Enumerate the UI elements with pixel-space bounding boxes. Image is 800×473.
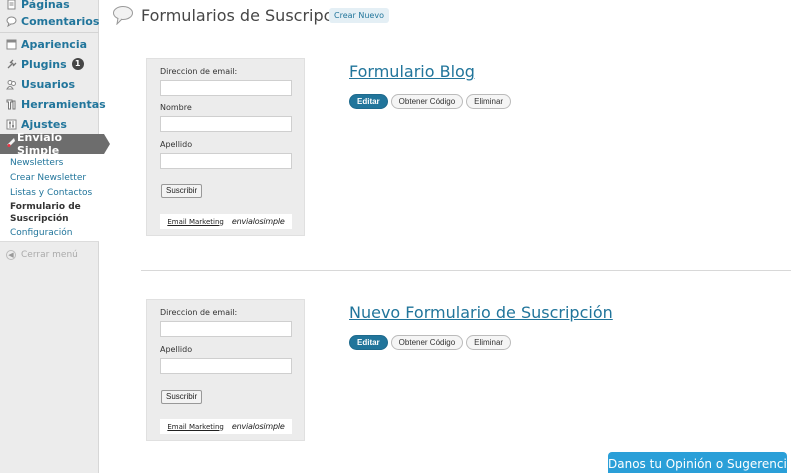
form-divider (141, 270, 791, 271)
plugins-icon (6, 59, 17, 70)
feedback-button[interactable]: Danos tu Opinión o Sugerencia (608, 452, 794, 473)
submenu-item-listas-contactos[interactable]: Listas y Contactos (10, 187, 92, 199)
tools-icon (6, 99, 17, 110)
subscribe-button[interactable]: Suscribir (161, 184, 203, 198)
subscribe-button[interactable]: Suscribir (161, 390, 203, 404)
sidebar-item-label: Usuarios (21, 77, 76, 91)
envialo-submenu: Newsletters Crear Newsletter Listas y Co… (0, 154, 99, 242)
admin-sidebar: Páginas Comentarios Apariencia Plugins 1… (0, 0, 110, 473)
menu-separator (0, 32, 99, 33)
get-code-button[interactable]: Obtener Código (390, 335, 464, 350)
apellido-field[interactable] (160, 358, 292, 374)
comments-icon (6, 16, 17, 27)
nombre-field[interactable] (160, 116, 292, 132)
edit-button[interactable]: Editar (349, 94, 388, 109)
email-field[interactable] (160, 321, 292, 337)
submenu-item-formulario-suscripcion[interactable]: Formulario de Suscripción (10, 201, 90, 225)
apellido-label: Apellido (160, 140, 193, 149)
submenu-item-configuracion[interactable]: Configuración (10, 227, 72, 239)
email-label: Direccion de email: (160, 308, 238, 317)
apellido-label: Apellido (160, 345, 193, 354)
email-marketing-link[interactable]: Email Marketing (167, 218, 224, 226)
email-field[interactable] (160, 80, 292, 96)
email-marketing-link[interactable]: Email Marketing (167, 423, 224, 431)
form-preview-card: Direccion de email: Apellido Suscribir E… (146, 299, 305, 441)
settings-icon (6, 119, 17, 130)
form-footer: Email Marketing envialosimple (160, 419, 292, 434)
envialosimple-logo: envialosimple (231, 422, 285, 431)
sidebar-item-label: Páginas (21, 0, 70, 11)
nombre-label: Nombre (160, 103, 192, 112)
pages-icon (6, 0, 17, 10)
page-title: Formularios de Suscripción (141, 6, 357, 25)
submenu-item-newsletters[interactable]: Newsletters (10, 157, 63, 169)
sidebar-item-label: Apariencia (21, 37, 88, 51)
speech-bubble-icon (112, 5, 134, 26)
add-new-form-button[interactable]: Crear Nuevo (329, 8, 389, 23)
sidebar-item-apariencia[interactable]: Apariencia (0, 34, 99, 54)
get-code-button[interactable]: Obtener Código (390, 94, 464, 109)
form-footer: Email Marketing envialosimple (160, 214, 292, 229)
sidebar-item-plugins[interactable]: Plugins 1 (0, 54, 99, 74)
collapse-menu-button[interactable]: ◀ Cerrar menú (6, 250, 78, 260)
sidebar-item-usuarios[interactable]: Usuarios (0, 74, 99, 94)
appearance-icon (6, 39, 17, 50)
email-label: Direccion de email: (160, 67, 238, 76)
edit-button[interactable]: Editar (349, 335, 388, 350)
sidebar-item-label: Comentarios (21, 14, 100, 28)
delete-button[interactable]: Eliminar (466, 94, 512, 109)
sidebar-item-label: Herramientas (21, 97, 106, 111)
envialo-icon (6, 137, 17, 151)
delete-button[interactable]: Eliminar (466, 335, 512, 350)
sidebar-item-label: Ajustes (21, 117, 67, 131)
sidebar-item-herramientas[interactable]: Herramientas (0, 94, 106, 114)
form-preview-card: Direccion de email: Nombre Apellido Susc… (146, 58, 305, 236)
collapse-menu-label: Cerrar menú (21, 250, 78, 260)
collapse-arrow-icon: ◀ (6, 250, 16, 260)
apellido-field[interactable] (160, 153, 292, 169)
form-title-link[interactable]: Nuevo Formulario de Suscripción (349, 303, 613, 322)
form-actions: Editar Obtener Código Eliminar (349, 335, 512, 350)
sidebar-item-envialo-simple[interactable]: Envialo Simple (0, 131, 110, 157)
users-icon (6, 79, 17, 90)
sidebar-item-comentarios[interactable]: Comentarios (0, 11, 99, 31)
submenu-item-crear-newsletter[interactable]: Crear Newsletter (10, 172, 86, 184)
update-count-badge: 1 (71, 58, 84, 70)
envialosimple-logo: envialosimple (231, 217, 285, 226)
form-actions: Editar Obtener Código Eliminar (349, 94, 512, 109)
form-title-link[interactable]: Formulario Blog (349, 62, 475, 81)
sidebar-item-label: Plugins (21, 57, 67, 71)
